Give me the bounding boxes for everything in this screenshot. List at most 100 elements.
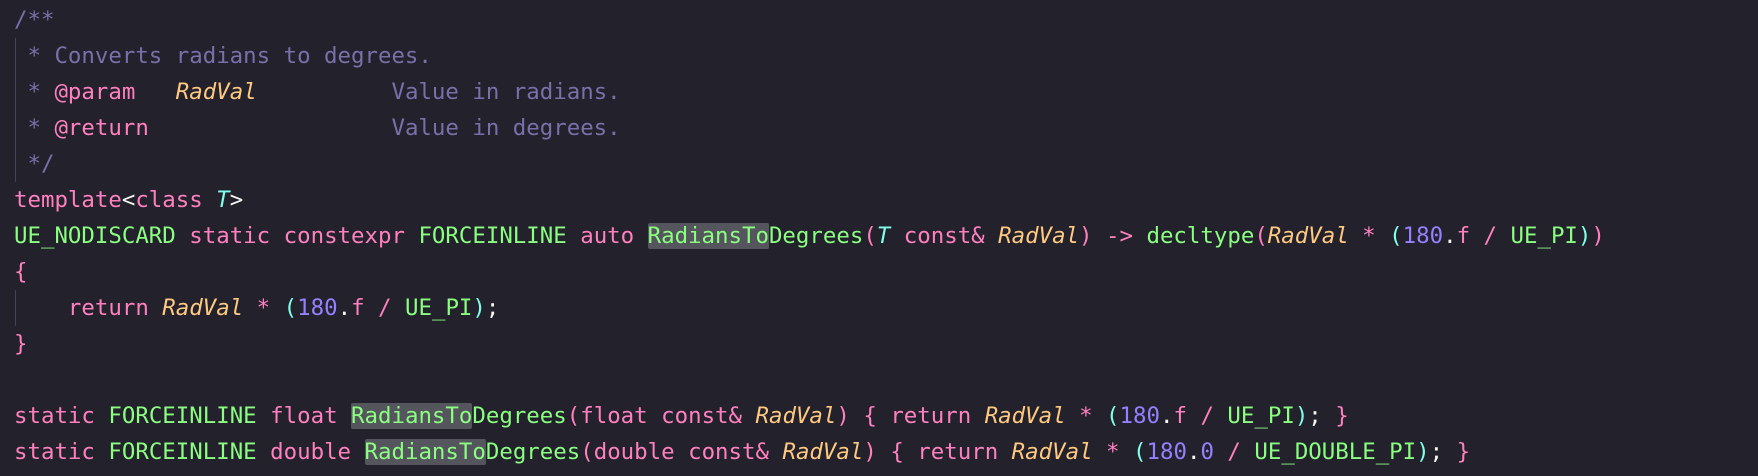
code-token: constexpr xyxy=(283,223,405,249)
code-token: ) xyxy=(1577,223,1592,249)
code-token: /** xyxy=(14,7,55,33)
code-token: UE_PI xyxy=(1227,403,1295,429)
code-token: * xyxy=(1106,439,1120,465)
code-token: } xyxy=(1335,403,1349,429)
code-token: UE_PI xyxy=(1510,223,1578,249)
code-token: { xyxy=(890,439,904,465)
code-token: ; xyxy=(1308,403,1322,429)
code-token: f xyxy=(351,295,365,321)
code-token: / xyxy=(1200,403,1214,429)
code-token: / xyxy=(1227,439,1241,465)
code-token: UE_DOUBLE_PI xyxy=(1254,439,1417,465)
code-line[interactable]: UE_NODISCARD static constexpr FORCEINLIN… xyxy=(14,218,1605,254)
code-token: * xyxy=(14,115,55,141)
code-token: float xyxy=(580,403,648,429)
code-token: template xyxy=(14,187,122,213)
code-token: RadVal xyxy=(1011,439,1093,465)
code-line[interactable]: * @return Value in degrees. xyxy=(14,110,620,146)
code-token: } xyxy=(14,331,28,357)
code-editor[interactable]: /** * Converts radians to degrees. * @pa… xyxy=(0,0,1758,476)
search-match-highlight: RadiansTo xyxy=(364,439,486,465)
code-token: ) xyxy=(1416,439,1430,465)
code-token: RadVal xyxy=(1267,223,1349,249)
code-line[interactable]: static FORCEINLINE float RadiansToDegree… xyxy=(14,398,1349,434)
code-token: { xyxy=(863,403,877,429)
code-token: 180 xyxy=(1146,439,1187,465)
code-token: static xyxy=(14,439,95,465)
code-token: const& xyxy=(661,403,743,429)
code-token: @param xyxy=(54,79,136,105)
code-token: / xyxy=(1483,223,1498,249)
code-token: . xyxy=(1186,439,1201,465)
code-token: / xyxy=(378,295,392,321)
code-token: { xyxy=(14,259,28,285)
code-line[interactable]: template<class T> xyxy=(14,182,243,218)
code-token: return xyxy=(67,295,149,321)
code-token: static xyxy=(14,403,95,429)
code-token: RadVal xyxy=(782,439,864,465)
code-line[interactable]: /** xyxy=(14,2,54,38)
code-token: * Converts radians to degrees. xyxy=(14,43,432,69)
code-token: */ xyxy=(14,151,55,177)
code-token: 0 xyxy=(1200,439,1214,465)
code-token: ) xyxy=(863,439,877,465)
code-line[interactable]: */ xyxy=(14,146,54,182)
code-token: } xyxy=(1456,439,1471,465)
code-line[interactable]: } xyxy=(14,326,27,362)
code-token: 180 xyxy=(1119,403,1160,429)
code-token: -> xyxy=(1106,223,1133,249)
code-line[interactable]: { xyxy=(14,254,27,290)
code-token: RadVal xyxy=(162,295,244,321)
code-token: f xyxy=(1456,223,1471,249)
code-line[interactable]: return RadVal * (180.f / UE_PI); xyxy=(14,290,499,326)
code-token: RadVal xyxy=(755,403,837,429)
code-token: ; xyxy=(1429,439,1444,465)
code-token: class xyxy=(135,187,203,213)
code-token: float xyxy=(270,403,338,429)
code-token: . xyxy=(1159,403,1174,429)
code-token: 180 xyxy=(297,295,338,321)
code-token: ) xyxy=(836,403,850,429)
code-token: * xyxy=(14,79,55,105)
code-token: ) xyxy=(472,295,486,321)
code-token: Degrees xyxy=(472,403,567,429)
code-token: ( xyxy=(580,439,594,465)
code-token: UE_PI xyxy=(405,295,473,321)
code-token: ) xyxy=(1079,223,1093,249)
code-token: * xyxy=(1079,403,1093,429)
code-line[interactable]: * Converts radians to degrees. xyxy=(14,38,432,74)
code-line[interactable]: static FORCEINLINE double RadiansToDegre… xyxy=(14,434,1470,470)
code-line[interactable]: * @param RadVal Value in radians. xyxy=(14,74,620,110)
